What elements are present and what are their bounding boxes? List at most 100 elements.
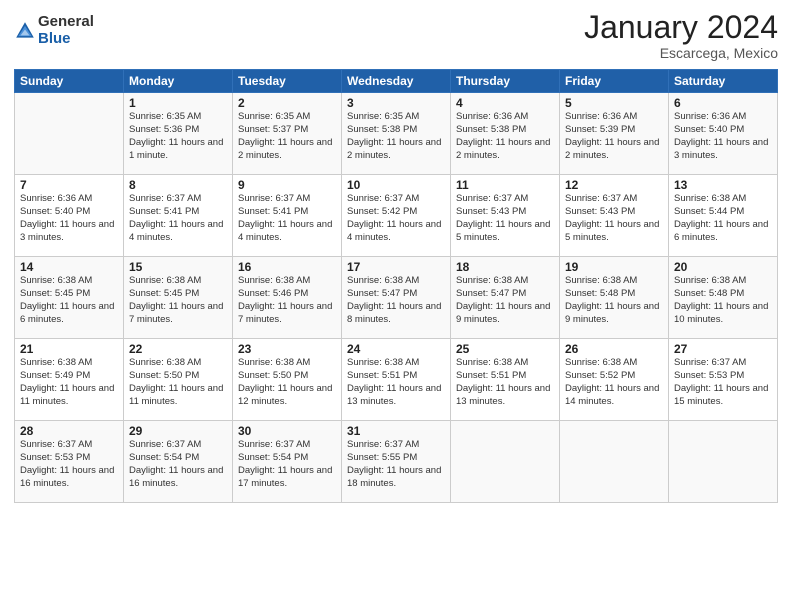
day-number: 15 (129, 260, 227, 274)
sunrise-text: Sunrise: 6:38 AM (347, 357, 419, 368)
daylight-text: Daylight: 11 hours and 14 minutes. (565, 383, 659, 407)
day-number: 10 (347, 178, 445, 192)
daylight-text: Daylight: 11 hours and 10 minutes. (674, 301, 768, 325)
day-number: 29 (129, 424, 227, 438)
daylight-text: Daylight: 11 hours and 12 minutes. (238, 383, 332, 407)
daylight-text: Daylight: 11 hours and 3 minutes. (20, 219, 114, 243)
table-row: 26 Sunrise: 6:38 AM Sunset: 5:52 PM Dayl… (560, 339, 669, 421)
sunset-text: Sunset: 5:55 PM (347, 452, 417, 463)
header: General Blue January 2024 Escarcega, Mex… (14, 10, 778, 61)
day-info: Sunrise: 6:36 AM Sunset: 5:40 PM Dayligh… (674, 111, 772, 162)
day-info: Sunrise: 6:37 AM Sunset: 5:43 PM Dayligh… (456, 193, 554, 244)
day-number: 20 (674, 260, 772, 274)
table-row: 12 Sunrise: 6:37 AM Sunset: 5:43 PM Dayl… (560, 175, 669, 257)
sunset-text: Sunset: 5:41 PM (238, 206, 308, 217)
day-info: Sunrise: 6:35 AM Sunset: 5:36 PM Dayligh… (129, 111, 227, 162)
sunset-text: Sunset: 5:38 PM (347, 124, 417, 135)
sunrise-text: Sunrise: 6:38 AM (347, 275, 419, 286)
sunrise-text: Sunrise: 6:36 AM (674, 111, 746, 122)
sunset-text: Sunset: 5:40 PM (20, 206, 90, 217)
sunrise-text: Sunrise: 6:37 AM (129, 439, 201, 450)
day-info: Sunrise: 6:37 AM Sunset: 5:43 PM Dayligh… (565, 193, 663, 244)
sunrise-text: Sunrise: 6:38 AM (129, 275, 201, 286)
sunrise-text: Sunrise: 6:37 AM (456, 193, 528, 204)
calendar-header-row: Sunday Monday Tuesday Wednesday Thursday… (15, 70, 778, 93)
table-row: 24 Sunrise: 6:38 AM Sunset: 5:51 PM Dayl… (342, 339, 451, 421)
day-number: 4 (456, 96, 554, 110)
day-number: 19 (565, 260, 663, 274)
table-row: 1 Sunrise: 6:35 AM Sunset: 5:36 PM Dayli… (124, 93, 233, 175)
sunset-text: Sunset: 5:53 PM (674, 370, 744, 381)
col-saturday: Saturday (669, 70, 778, 93)
sunset-text: Sunset: 5:48 PM (674, 288, 744, 299)
sunrise-text: Sunrise: 6:37 AM (238, 439, 310, 450)
table-row: 30 Sunrise: 6:37 AM Sunset: 5:54 PM Dayl… (233, 421, 342, 503)
sunset-text: Sunset: 5:45 PM (20, 288, 90, 299)
table-row (451, 421, 560, 503)
table-row: 25 Sunrise: 6:38 AM Sunset: 5:51 PM Dayl… (451, 339, 560, 421)
sunset-text: Sunset: 5:39 PM (565, 124, 635, 135)
sunset-text: Sunset: 5:54 PM (238, 452, 308, 463)
sunset-text: Sunset: 5:43 PM (456, 206, 526, 217)
sunrise-text: Sunrise: 6:38 AM (238, 357, 310, 368)
table-row: 19 Sunrise: 6:38 AM Sunset: 5:48 PM Dayl… (560, 257, 669, 339)
day-number: 8 (129, 178, 227, 192)
table-row: 28 Sunrise: 6:37 AM Sunset: 5:53 PM Dayl… (15, 421, 124, 503)
table-row: 14 Sunrise: 6:38 AM Sunset: 5:45 PM Dayl… (15, 257, 124, 339)
logo-blue-text: Blue (38, 31, 94, 48)
col-monday: Monday (124, 70, 233, 93)
day-info: Sunrise: 6:38 AM Sunset: 5:47 PM Dayligh… (347, 275, 445, 326)
table-row (669, 421, 778, 503)
day-info: Sunrise: 6:38 AM Sunset: 5:44 PM Dayligh… (674, 193, 772, 244)
day-number: 9 (238, 178, 336, 192)
day-info: Sunrise: 6:38 AM Sunset: 5:47 PM Dayligh… (456, 275, 554, 326)
sunrise-text: Sunrise: 6:38 AM (238, 275, 310, 286)
daylight-text: Daylight: 11 hours and 8 minutes. (347, 301, 441, 325)
table-row: 5 Sunrise: 6:36 AM Sunset: 5:39 PM Dayli… (560, 93, 669, 175)
sunset-text: Sunset: 5:38 PM (456, 124, 526, 135)
day-number: 11 (456, 178, 554, 192)
daylight-text: Daylight: 11 hours and 2 minutes. (565, 137, 659, 161)
table-row: 17 Sunrise: 6:38 AM Sunset: 5:47 PM Dayl… (342, 257, 451, 339)
sunrise-text: Sunrise: 6:38 AM (20, 275, 92, 286)
daylight-text: Daylight: 11 hours and 13 minutes. (347, 383, 441, 407)
sunrise-text: Sunrise: 6:38 AM (20, 357, 92, 368)
sunrise-text: Sunrise: 6:37 AM (20, 439, 92, 450)
sunrise-text: Sunrise: 6:35 AM (238, 111, 310, 122)
day-info: Sunrise: 6:38 AM Sunset: 5:49 PM Dayligh… (20, 357, 118, 408)
sunrise-text: Sunrise: 6:35 AM (129, 111, 201, 122)
day-number: 21 (20, 342, 118, 356)
day-info: Sunrise: 6:37 AM Sunset: 5:42 PM Dayligh… (347, 193, 445, 244)
day-info: Sunrise: 6:37 AM Sunset: 5:54 PM Dayligh… (129, 439, 227, 490)
sunset-text: Sunset: 5:47 PM (456, 288, 526, 299)
daylight-text: Daylight: 11 hours and 1 minute. (129, 137, 223, 161)
day-info: Sunrise: 6:37 AM Sunset: 5:41 PM Dayligh… (129, 193, 227, 244)
sunrise-text: Sunrise: 6:38 AM (565, 275, 637, 286)
sunset-text: Sunset: 5:52 PM (565, 370, 635, 381)
table-row: 2 Sunrise: 6:35 AM Sunset: 5:37 PM Dayli… (233, 93, 342, 175)
col-tuesday: Tuesday (233, 70, 342, 93)
sunrise-text: Sunrise: 6:37 AM (565, 193, 637, 204)
day-number: 31 (347, 424, 445, 438)
sunset-text: Sunset: 5:48 PM (565, 288, 635, 299)
day-number: 16 (238, 260, 336, 274)
table-row: 11 Sunrise: 6:37 AM Sunset: 5:43 PM Dayl… (451, 175, 560, 257)
calendar-week-row: 28 Sunrise: 6:37 AM Sunset: 5:53 PM Dayl… (15, 421, 778, 503)
sunrise-text: Sunrise: 6:38 AM (674, 275, 746, 286)
calendar-title: January 2024 (584, 10, 778, 45)
sunset-text: Sunset: 5:46 PM (238, 288, 308, 299)
sunrise-text: Sunrise: 6:37 AM (238, 193, 310, 204)
day-number: 25 (456, 342, 554, 356)
calendar-week-row: 21 Sunrise: 6:38 AM Sunset: 5:49 PM Dayl… (15, 339, 778, 421)
day-number: 27 (674, 342, 772, 356)
day-info: Sunrise: 6:36 AM Sunset: 5:39 PM Dayligh… (565, 111, 663, 162)
day-info: Sunrise: 6:36 AM Sunset: 5:38 PM Dayligh… (456, 111, 554, 162)
daylight-text: Daylight: 11 hours and 11 minutes. (20, 383, 114, 407)
sunrise-text: Sunrise: 6:36 AM (456, 111, 528, 122)
table-row (560, 421, 669, 503)
day-info: Sunrise: 6:35 AM Sunset: 5:37 PM Dayligh… (238, 111, 336, 162)
table-row: 7 Sunrise: 6:36 AM Sunset: 5:40 PM Dayli… (15, 175, 124, 257)
day-number: 17 (347, 260, 445, 274)
daylight-text: Daylight: 11 hours and 13 minutes. (456, 383, 550, 407)
day-info: Sunrise: 6:38 AM Sunset: 5:48 PM Dayligh… (565, 275, 663, 326)
